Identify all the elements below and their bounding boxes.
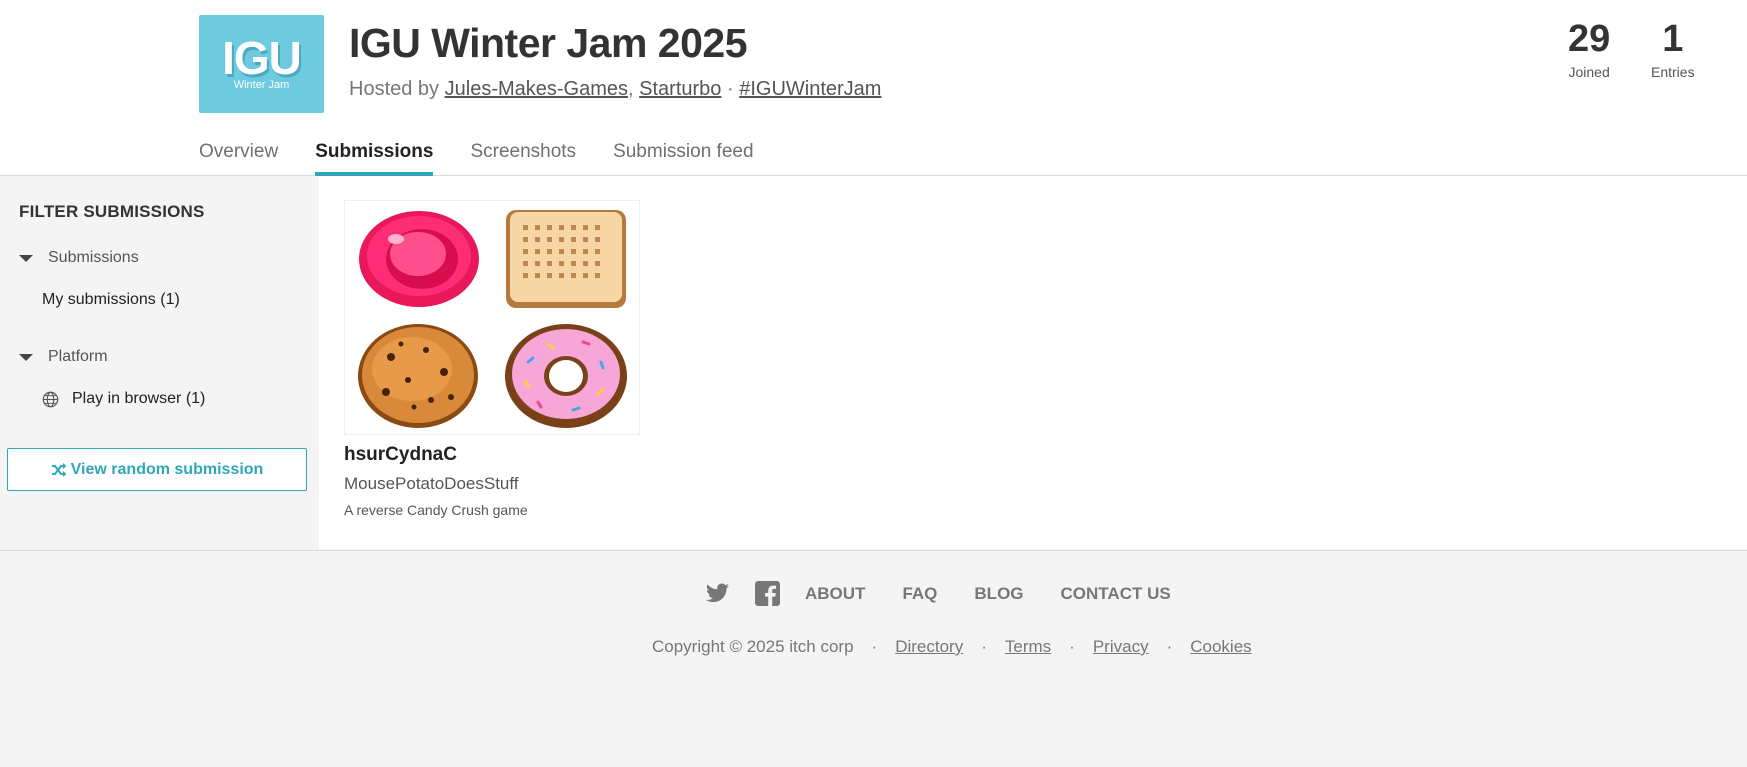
filter-my-submissions[interactable]: My submissions (1) [42,291,180,309]
separator: · [726,78,734,100]
filter-group-platform[interactable]: Platform [19,348,108,366]
stat-entries-label: Entries [1651,64,1695,80]
stat-entries-value: 1 [1662,18,1684,60]
submissions-grid: hsurCydnaC MousePotatoDoesStuff A revers… [319,176,1747,549]
footer-link-privacy[interactable]: Privacy [1093,637,1149,657]
logo-text: IGU [222,31,302,84]
globe-icon [42,391,59,407]
jam-logo[interactable]: IGU Winter Jam [199,15,324,113]
hashtag-link[interactable]: #IGUWinterJam [739,78,881,100]
game-thumbnail[interactable] [344,200,640,435]
footer-link-directory[interactable]: Directory [895,637,963,657]
footer-link-about[interactable]: ABOUT [805,584,865,604]
hosted-by-label: Hosted by [349,78,440,100]
footer-link-faq[interactable]: FAQ [902,584,937,604]
filter-sidebar: FILTER SUBMISSIONS Submissions My submis… [0,176,319,549]
filter-group-submissions[interactable]: Submissions [19,249,139,267]
filter-link-label: Play in browser (1) [72,390,206,407]
separator-dot: · [1166,637,1173,656]
filter-group-label: Platform [48,348,108,365]
twitter-icon[interactable] [705,581,730,606]
footer-link-contact[interactable]: CONTACT US [1061,584,1171,604]
logo-subtext: Winter Jam [233,78,290,91]
host-link-1[interactable]: Jules-Makes-Games [445,78,628,100]
filter-play-in-browser[interactable]: Play in browser (1) [42,390,205,408]
tab-overview[interactable]: Overview [199,141,278,176]
shuffle-icon [51,462,67,477]
caret-down-icon [19,254,33,262]
host-link-2[interactable]: Starturbo [639,78,721,100]
footer-link-cookies[interactable]: Cookies [1190,637,1251,657]
view-random-submission-button[interactable]: View random submission [7,448,307,491]
stat-joined: 29 Joined [1568,18,1610,80]
separator-dot: · [871,637,878,656]
tab-screenshots[interactable]: Screenshots [470,141,576,176]
site-footer: ABOUT FAQ BLOG CONTACT US Copyright © 20… [0,550,1747,767]
footer-link-blog[interactable]: BLOG [974,584,1023,604]
stat-joined-value: 29 [1568,18,1611,60]
game-title-link[interactable]: hsurCydnaC [344,444,457,466]
copyright: Copyright © 2025 itch corp [652,637,854,656]
footer-nav: ABOUT FAQ BLOG CONTACT US [705,581,1208,606]
thumbnail-donut [492,318,639,435]
jam-title: IGU Winter Jam 2025 [349,20,748,66]
game-author-link[interactable]: MousePotatoDoesStuff [344,474,519,494]
caret-down-icon [19,353,33,361]
stat-joined-label: Joined [1568,64,1610,80]
thumbnail-red-candy [345,201,492,318]
filter-group-label: Submissions [48,249,139,266]
jam-header: IGU Winter Jam IGU Winter Jam 2025 Hoste… [0,0,1747,176]
thumbnail-biscuit [492,201,639,318]
game-description: A reverse Candy Crush game [344,502,528,518]
separator-dot: · [1069,637,1075,656]
hosted-by-line: Hosted by Jules-Makes-Games, Starturbo ·… [349,78,882,100]
footer-bottom: Copyright © 2025 itch corp · Directory ·… [652,637,1252,657]
facebook-icon[interactable] [755,581,780,606]
separator-dot: · [981,637,987,656]
tab-submission-feed[interactable]: Submission feed [613,141,753,176]
filter-title: FILTER SUBMISSIONS [19,202,205,221]
footer-link-terms[interactable]: Terms [1005,637,1051,657]
random-button-label: View random submission [70,460,264,478]
jam-tabs: Overview Submissions Screenshots Submiss… [199,141,791,176]
stat-entries: 1 Entries [1651,18,1695,80]
tab-submissions[interactable]: Submissions [315,141,434,176]
thumbnail-cookie [345,318,492,435]
